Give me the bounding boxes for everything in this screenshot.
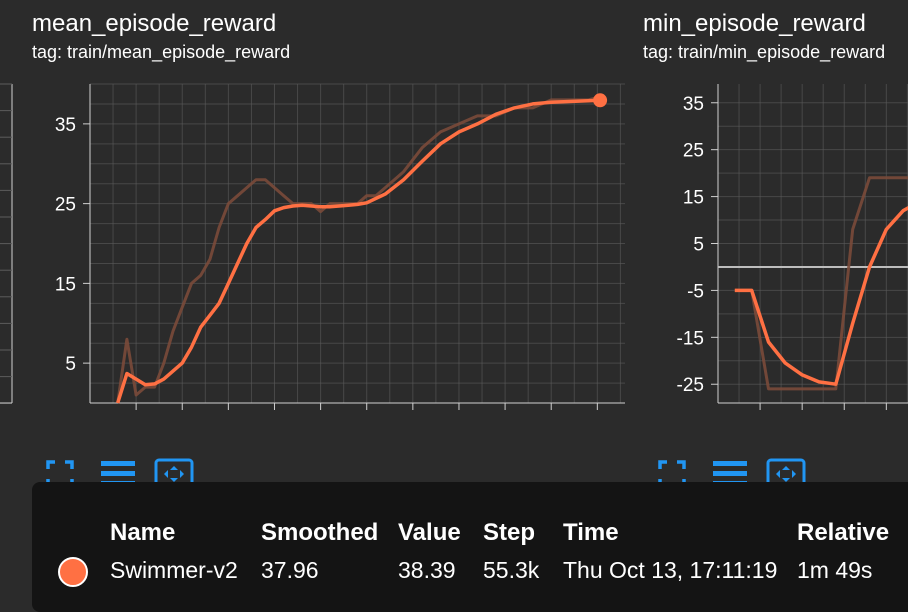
y-tick-label: -25 — [677, 375, 704, 396]
x-tick-label: 25k — [305, 421, 336, 442]
tooltip-run-name: Swimmer-v2 — [110, 557, 238, 583]
tooltip-header-time: Time — [563, 519, 619, 546]
tooltip-time: Thu Oct 13, 17:11:19 — [563, 557, 778, 583]
x-tick-label: 10k — [787, 421, 818, 442]
tooltip-header-smoothed: Smoothed — [261, 519, 379, 546]
x-tick-label: 20k — [871, 421, 902, 442]
x-tick-label: 30k — [351, 421, 382, 442]
partial-chart-left-edge — [0, 83, 13, 404]
x-tick-label: 45k — [490, 421, 521, 442]
series-color-dot — [58, 557, 88, 587]
x-tick-label: 40k — [444, 421, 475, 442]
y-tick-label: 35 — [55, 115, 76, 136]
tooltip-value: 38.39 — [398, 557, 456, 583]
tooltip-smoothed-value: 37.96 — [261, 557, 319, 583]
y-tick-label: 25 — [683, 141, 704, 162]
y-tick-label: 15 — [55, 274, 76, 295]
x-tick-label: 55k — [582, 421, 613, 442]
y-tick-label: 15 — [683, 188, 704, 209]
y-tick-label: 5 — [693, 235, 704, 256]
x-tick-label: 15k — [829, 421, 860, 442]
y-tick-label: 35 — [683, 94, 704, 115]
x-tick-label: 50k — [536, 421, 567, 442]
chart-1: 5k 10k 15k 20k 35 25 15 5 -5 -15 -25 — [677, 84, 908, 442]
y-tick-label: -15 — [677, 328, 704, 349]
x-tick-label: 15k — [213, 421, 244, 442]
tooltip-step: 55.3k — [483, 557, 540, 583]
hover-point-marker — [593, 93, 608, 108]
chart-0: 5k 10k 15k 20k 25k 30k 35k 40k 45k 50k 55k 5 15 25 35 — [55, 83, 625, 442]
x-tick-label: 5k — [750, 421, 771, 442]
tooltip-header-step: Step — [483, 519, 536, 546]
tooltip-header-value: Value — [398, 519, 461, 546]
x-tick-label: 20k — [259, 421, 290, 442]
data-tooltip — [32, 482, 908, 612]
tooltip-header-relative: Relative — [797, 519, 890, 546]
x-tick-label: 5k — [126, 421, 147, 442]
tooltip-header-name: Name — [110, 519, 176, 546]
x-tick-label: 10k — [167, 421, 198, 442]
y-tick-label: 5 — [65, 354, 76, 375]
x-tick-label: 35k — [398, 421, 429, 442]
raw-series-line — [734, 176, 908, 391]
y-tick-label: 25 — [55, 195, 76, 216]
tooltip-relative: 1m 49s — [797, 557, 873, 583]
smoothed-series-line — [734, 206, 908, 386]
y-tick-label: -5 — [687, 281, 704, 302]
